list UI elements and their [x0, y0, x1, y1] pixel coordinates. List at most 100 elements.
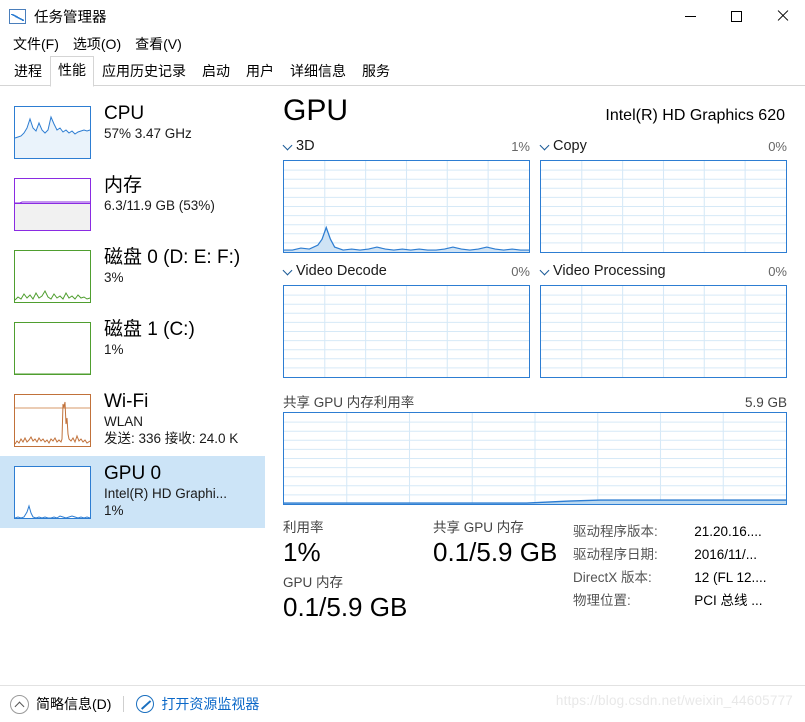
device-info-list: 驱动程序版本: 21.20.16.... 驱动程序日期: 2016/11/...…	[573, 519, 787, 623]
stats-grid: 利用率 1% 共享 GPU 内存 0.1/5.9 GB GPU 内存 0.1/5…	[283, 519, 573, 623]
sidebar-item-cpu-text: CPU 57% 3.47 GHz	[104, 102, 192, 142]
sidebar-item-memory-title: 内存	[104, 175, 143, 196]
title-bar: 任务管理器	[0, 0, 805, 32]
resource-sidebar: CPU 57% 3.47 GHz 内存 6.3/11.9 GB (53%) 磁盘…	[0, 86, 265, 682]
tab-processes[interactable]: 进程	[6, 57, 50, 86]
maximize-button[interactable]	[713, 0, 759, 32]
close-icon	[776, 10, 788, 22]
sidebar-item-wifi-sub2: 发送: 336 接收: 24.0 K	[104, 431, 239, 446]
tab-services[interactable]: 服务	[354, 57, 398, 86]
chart-title-shared-memory: 共享 GPU 内存利用率	[283, 395, 415, 410]
info-physical-location-label: 物理位置:	[573, 593, 631, 608]
memory-sparkline	[14, 178, 91, 231]
chart-value-copy: 0%	[768, 138, 787, 154]
chart-title-video-decode: Video Decode	[296, 263, 387, 279]
chart-label-copy: Copy 0%	[540, 138, 787, 160]
engine-charts-row-1: 3D 1% Copy 0%	[283, 138, 787, 253]
chart-block-video-processing: Video Processing 0%	[540, 263, 787, 378]
chart-title-3d: 3D	[296, 138, 315, 154]
sidebar-item-gpu0-title: GPU 0	[104, 463, 162, 484]
sidebar-item-memory[interactable]: 内存 6.3/11.9 GB (53%)	[0, 168, 265, 240]
graph-3d	[283, 160, 530, 253]
chevron-down-icon[interactable]	[540, 266, 549, 275]
stat-utilization-label: 利用率	[283, 520, 324, 535]
chart-value-3d: 1%	[511, 138, 530, 154]
sidebar-item-cpu-sub: 57% 3.47 GHz	[104, 126, 192, 141]
stat-gpu-memory: GPU 内存 0.1/5.9 GB	[283, 574, 433, 623]
stat-shared-gpu-memory-label: 共享 GPU 内存	[433, 520, 524, 535]
gpu0-sparkline	[14, 466, 91, 519]
engine-charts-row-2: Video Decode 0% Video Processing 0%	[283, 263, 787, 378]
status-bar: 简略信息(D) 打开资源监视器	[0, 685, 805, 722]
cpu-sparkline	[14, 106, 91, 159]
minimize-button[interactable]	[667, 0, 713, 32]
tab-users[interactable]: 用户	[238, 57, 282, 86]
tab-performance[interactable]: 性能	[50, 56, 94, 87]
menu-bar: 文件(F) 选项(O) 查看(V)	[0, 32, 805, 56]
stat-utilization-value: 1%	[283, 537, 321, 567]
tab-details[interactable]: 详细信息	[282, 57, 354, 86]
chevron-down-icon[interactable]	[283, 266, 292, 275]
chart-label-shared-memory: 共享 GPU 内存利用率 5.9 GB	[283, 391, 787, 412]
stat-gpu-memory-value: 0.1/5.9 GB	[283, 592, 408, 622]
sidebar-item-disk1-sub: 1%	[104, 342, 124, 357]
chart-block-3d: 3D 1%	[283, 138, 530, 253]
info-driver-version-label: 驱动程序版本:	[573, 524, 658, 539]
disk0-sparkline	[14, 250, 91, 303]
sidebar-item-gpu0-text: GPU 0 Intel(R) HD Graphi... 1%	[104, 462, 227, 519]
sidebar-item-disk0[interactable]: 磁盘 0 (D: E: F:) 3%	[0, 240, 265, 312]
sidebar-item-memory-sub: 6.3/11.9 GB (53%)	[104, 198, 215, 213]
sidebar-item-disk1[interactable]: 磁盘 1 (C:) 1%	[0, 312, 265, 384]
fewer-details-button[interactable]: 简略信息(D)	[10, 694, 111, 714]
graph-video-processing	[540, 285, 787, 378]
chart-value-video-decode: 0%	[511, 263, 530, 279]
chevron-up-icon	[10, 694, 29, 714]
graph-video-decode	[283, 285, 530, 378]
info-directx-version-label: DirectX 版本:	[573, 570, 652, 585]
minimize-icon	[684, 15, 696, 17]
graph-copy	[540, 160, 787, 253]
sidebar-item-gpu0-sub1: Intel(R) HD Graphi...	[104, 486, 228, 501]
window-controls	[667, 0, 805, 32]
tab-startup[interactable]: 启动	[194, 57, 238, 86]
chart-label-video-decode: Video Decode 0%	[283, 263, 530, 285]
sidebar-item-gpu0[interactable]: GPU 0 Intel(R) HD Graphi... 1%	[0, 456, 265, 528]
wifi-sparkline	[14, 394, 91, 447]
menu-item-view[interactable]: 查看(V)	[130, 32, 191, 56]
tab-app-history[interactable]: 应用历史记录	[94, 57, 194, 86]
tab-bar: 进程 性能 应用历史记录 启动 用户 详细信息 服务	[0, 56, 805, 87]
chevron-down-icon[interactable]	[540, 141, 549, 150]
sidebar-item-disk0-text: 磁盘 0 (D: E: F:) 3%	[104, 246, 240, 286]
stats-area: 利用率 1% 共享 GPU 内存 0.1/5.9 GB GPU 内存 0.1/5…	[283, 505, 787, 623]
info-driver-date-value: 2016/11/...	[694, 547, 758, 562]
sidebar-item-wifi-text: Wi-Fi WLAN 发送: 336 接收: 24.0 K	[104, 390, 238, 447]
chart-title-copy: Copy	[553, 138, 587, 154]
sidebar-item-memory-text: 内存 6.3/11.9 GB (53%)	[104, 174, 215, 214]
stat-gpu-memory-label: GPU 内存	[283, 575, 344, 590]
open-resource-monitor-label: 打开资源监视器	[161, 696, 260, 712]
menu-item-options[interactable]: 选项(O)	[68, 32, 130, 56]
chart-label-3d: 3D 1%	[283, 138, 530, 160]
sidebar-item-cpu[interactable]: CPU 57% 3.47 GHz	[0, 96, 265, 168]
sidebar-item-disk0-sub: 3%	[104, 270, 124, 285]
chart-block-shared-memory: 共享 GPU 内存利用率 5.9 GB	[283, 391, 787, 505]
panel-header: GPU Intel(R) HD Graphics 620	[283, 94, 787, 138]
device-name: Intel(R) HD Graphics 620	[605, 107, 785, 124]
maximize-icon	[730, 10, 742, 22]
graph-shared-memory	[283, 412, 787, 505]
chart-block-video-decode: Video Decode 0%	[283, 263, 530, 378]
stat-shared-gpu-memory-value: 0.1/5.9 GB	[433, 537, 558, 567]
chart-title-video-processing: Video Processing	[553, 263, 666, 279]
sidebar-item-wifi-title: Wi-Fi	[104, 391, 149, 412]
sidebar-item-wifi-sub1: WLAN	[104, 414, 144, 429]
gpu-detail-panel: GPU Intel(R) HD Graphics 620 3D 1% Copy …	[265, 86, 805, 682]
open-resource-monitor-link[interactable]: 打开资源监视器	[136, 694, 259, 714]
chevron-down-icon[interactable]	[283, 141, 292, 150]
sidebar-item-cpu-title: CPU	[104, 103, 145, 124]
chart-max-shared-memory: 5.9 GB	[744, 395, 787, 410]
sidebar-item-disk1-text: 磁盘 1 (C:) 1%	[104, 318, 195, 358]
fewer-details-label: 简略信息(D)	[36, 696, 112, 712]
menu-item-file[interactable]: 文件(F)	[8, 32, 68, 56]
close-button[interactable]	[759, 0, 805, 32]
sidebar-item-wifi[interactable]: Wi-Fi WLAN 发送: 336 接收: 24.0 K	[0, 384, 265, 456]
